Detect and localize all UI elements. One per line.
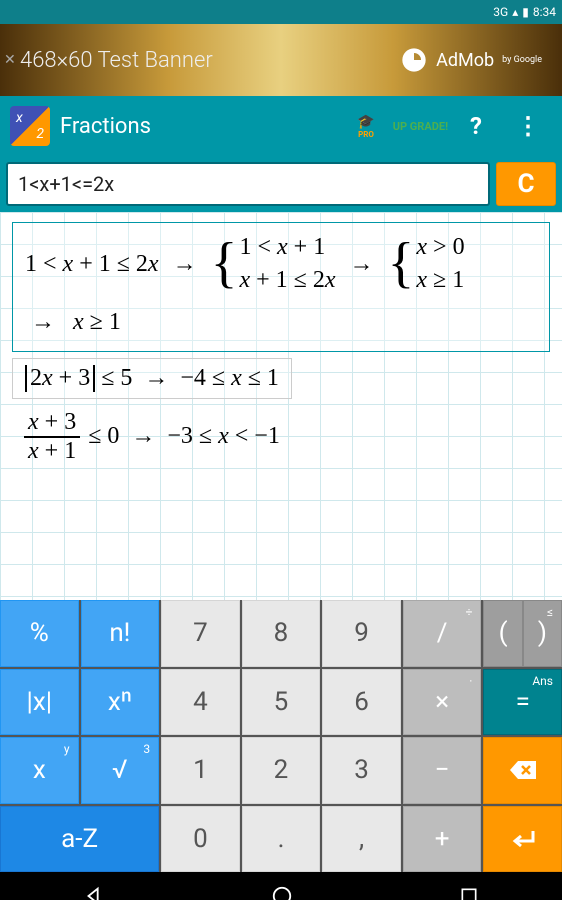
key-8[interactable]: 8 — [242, 600, 321, 667]
key-multiply[interactable]: ×· — [403, 669, 482, 736]
network-icon: 3G — [493, 5, 508, 19]
android-status-bar: 3G ▴ ▮ 8:34 — [0, 0, 562, 24]
key-9[interactable]: 9 — [322, 600, 401, 667]
key-abs[interactable]: |x| — [0, 669, 79, 736]
key-x[interactable]: xy — [0, 737, 79, 804]
enter-icon — [509, 827, 537, 851]
brace-icon: { — [211, 241, 238, 286]
keypad: % n! 7 8 9 /÷ ( )≤ |x| xⁿ 4 5 6 ×· =Ans … — [0, 600, 562, 872]
help-icon[interactable]: ? — [458, 112, 494, 140]
android-nav-bar — [0, 872, 562, 900]
eq2-abs: 2x + 3 — [25, 365, 95, 392]
eq1-final: x ≥ 1 — [67, 309, 121, 335]
arrow-icon: → — [25, 309, 61, 335]
nav-recent-icon[interactable] — [459, 886, 479, 900]
key-3[interactable]: 3 — [322, 737, 401, 804]
admob-icon — [400, 46, 428, 74]
result-box-1[interactable]: 1 < x + 1 ≤ 2x → { 1 < x + 1 x + 1 ≤ 2x … — [12, 222, 550, 352]
key-backspace[interactable] — [483, 737, 562, 804]
clear-button[interactable]: C — [496, 162, 556, 206]
key-percent[interactable]: % — [0, 600, 79, 667]
key-dot[interactable]: . — [242, 806, 321, 873]
pro-label: PRO — [358, 130, 374, 139]
key-comma[interactable]: , — [322, 806, 401, 873]
eq1-lhs: 1 < x + 1 ≤ 2x — [25, 245, 159, 283]
eq3-rest: ≤ 0 → −3 ≤ x < −1 — [88, 423, 280, 450]
expression-input[interactable]: 1<x+1<=2x — [6, 162, 490, 206]
key-7[interactable]: 7 — [161, 600, 240, 667]
app-logo-icon[interactable] — [10, 106, 50, 146]
app-header: Fractions 🎓 PRO UP GRADE! ? ⋮ — [0, 96, 562, 156]
nav-back-icon[interactable] — [83, 885, 105, 900]
key-paren-open[interactable]: ( — [483, 600, 522, 667]
key-2[interactable]: 2 — [242, 737, 321, 804]
key-alpha[interactable]: a-Z — [0, 806, 159, 873]
signal-icon: ▴ — [512, 5, 518, 19]
eq2-rest: ≤ 5 → −4 ≤ x ≤ 1 — [101, 365, 279, 392]
result-box-2[interactable]: 2x + 3 ≤ 5 → −4 ≤ x ≤ 1 — [12, 358, 292, 399]
arrow-icon: → — [167, 245, 203, 283]
key-power[interactable]: xⁿ — [81, 669, 160, 736]
app-title: Fractions — [60, 114, 347, 139]
key-divide[interactable]: /÷ — [403, 600, 482, 667]
key-1[interactable]: 1 — [161, 737, 240, 804]
work-area[interactable]: 1 < x + 1 ≤ 2x → { 1 < x + 1 x + 1 ≤ 2x … — [0, 212, 562, 600]
key-4[interactable]: 4 — [161, 669, 240, 736]
eq1-brace1-line2: x + 1 ≤ 2x — [239, 266, 335, 295]
brace-icon: { — [388, 241, 415, 286]
graduation-cap-icon: 🎓 — [357, 114, 374, 130]
battery-icon: ▮ — [522, 5, 529, 19]
eq3-fraction: x + 3 x + 1 — [24, 409, 80, 465]
key-sqrt[interactable]: √3 — [81, 737, 160, 804]
key-0[interactable]: 0 — [161, 806, 240, 873]
key-enter[interactable] — [483, 806, 562, 873]
key-plus[interactable]: + — [403, 806, 482, 873]
key-6[interactable]: 6 — [322, 669, 401, 736]
arrow-icon: → — [344, 245, 380, 283]
eq1-brace1-line1: 1 < x + 1 — [239, 233, 335, 262]
clock: 8:34 — [533, 5, 556, 19]
nav-home-icon[interactable] — [271, 885, 293, 900]
eq1-brace2-line2: x ≥ 1 — [416, 266, 464, 295]
result-row-3[interactable]: x + 3 x + 1 ≤ 0 → −3 ≤ x < −1 — [12, 403, 550, 471]
upgrade-button[interactable]: 🎓 PRO — [357, 114, 374, 139]
eq1-brace2-line1: x > 0 — [416, 233, 464, 262]
key-paren-close[interactable]: )≤ — [523, 600, 562, 667]
key-equals[interactable]: =Ans — [483, 669, 562, 736]
ad-text-right: AdMob by Google — [400, 46, 542, 74]
upgrade-label[interactable]: UP GRADE! — [393, 120, 448, 133]
input-row: 1<x+1<=2x C — [0, 156, 562, 212]
overflow-menu-icon[interactable]: ⋮ — [504, 112, 552, 140]
ad-banner[interactable]: ✕ 468×60 Test Banner AdMob by Google — [0, 24, 562, 96]
key-minus[interactable]: − — [403, 737, 482, 804]
key-factorial[interactable]: n! — [81, 600, 160, 667]
key-5[interactable]: 5 — [242, 669, 321, 736]
ad-text-left: 468×60 Test Banner — [20, 48, 213, 73]
backspace-icon — [508, 759, 538, 781]
ad-close-icon[interactable]: ✕ — [0, 48, 20, 72]
